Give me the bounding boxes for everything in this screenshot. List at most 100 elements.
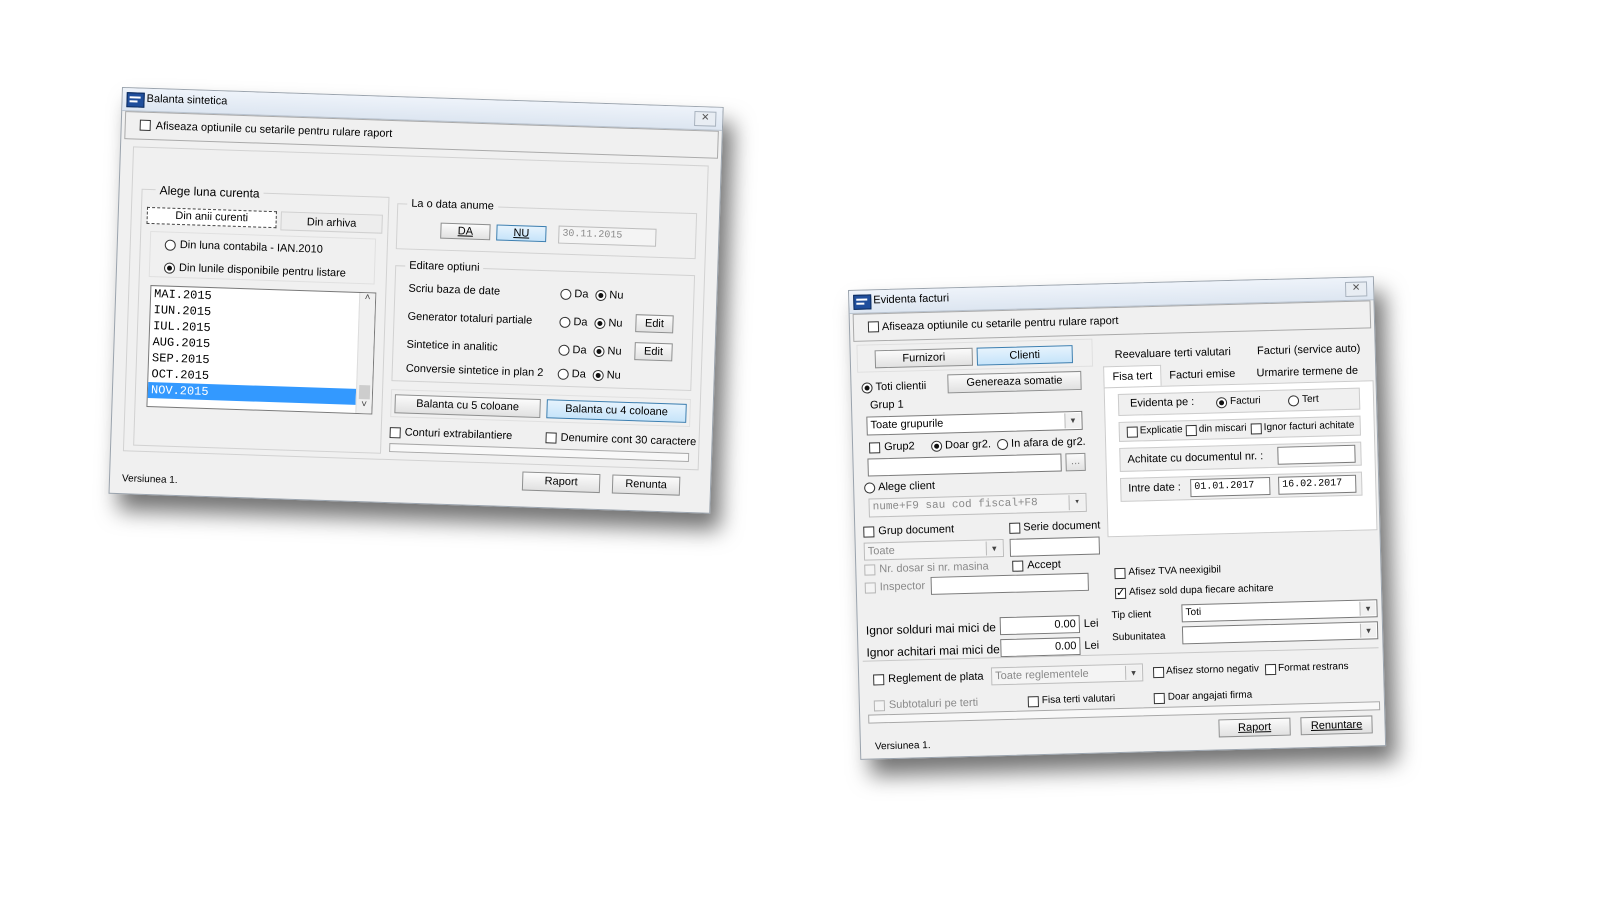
ignor-achitate-checkbox[interactable] xyxy=(1250,423,1262,435)
option-nu-label: Nu xyxy=(607,345,622,358)
tab-reevaluare[interactable]: Reevaluare terti valutari xyxy=(1103,343,1243,365)
reglement-select[interactable]: Toate reglementele ▾ xyxy=(990,663,1144,686)
chevron-down-icon[interactable]: ▾ xyxy=(1068,494,1085,511)
storno-label: Afisez storno negativ xyxy=(1165,663,1260,677)
option-nu-label: Nu xyxy=(608,317,623,330)
denumire-cont-checkbox[interactable] xyxy=(545,432,557,444)
grup2-input[interactable] xyxy=(867,453,1062,477)
tip-client-value: Toti xyxy=(1185,606,1202,619)
grup-document-checkbox[interactable] xyxy=(863,526,875,538)
in-afara-gr2-radio[interactable] xyxy=(996,438,1009,451)
grup-document-label: Grup document xyxy=(878,523,955,538)
client-input[interactable]: nume+F9 sau cod fiscal+F8 ▾ xyxy=(868,492,1087,518)
tva-neexigibil-checkbox[interactable] xyxy=(1114,567,1126,580)
chevron-down-icon[interactable]: ▾ xyxy=(1124,665,1142,680)
option-nu-label: Nu xyxy=(606,369,621,382)
accept-checkbox[interactable] xyxy=(1012,560,1024,572)
tab-facturi-emise[interactable]: Facturi emise xyxy=(1163,365,1241,385)
date-input[interactable]: 30.11.2015 xyxy=(558,225,657,247)
achitate-doc-input[interactable] xyxy=(1277,444,1356,465)
alege-client-label: Alege client xyxy=(878,479,936,494)
grup2-browse-button[interactable]: ... xyxy=(1065,452,1086,472)
sold-dupa-checkbox[interactable] xyxy=(1114,587,1127,600)
grup1-select[interactable]: Toate grupurile ▾ xyxy=(866,410,1083,436)
show-options-checkbox[interactable] xyxy=(139,119,151,131)
grup2-label: Grup2 xyxy=(883,440,915,454)
explicatie-label: Explicatie xyxy=(1139,424,1183,437)
reglement-label: Reglement de plata xyxy=(888,670,984,686)
serie-document-input[interactable] xyxy=(1009,536,1101,557)
scroll-up-icon[interactable]: ˄ xyxy=(360,293,375,304)
option-nu-label: Nu xyxy=(609,289,624,302)
close-icon[interactable]: ✕ xyxy=(694,110,717,127)
months-list[interactable]: MAI.2015 IUN.2015 IUL.2015 AUG.2015 SEP.… xyxy=(146,285,377,415)
intre-date-label: Intre date : xyxy=(1128,481,1182,495)
evidenta-pe-label: Evidenta pe : xyxy=(1129,395,1195,410)
edit-button[interactable]: Edit xyxy=(635,314,674,334)
tab-urmarire[interactable]: Urmarire termene de plata xyxy=(1243,361,1371,397)
close-icon[interactable]: ✕ xyxy=(1344,281,1368,297)
nr-dosar-checkbox[interactable] xyxy=(864,564,876,576)
doar-angajati-checkbox[interactable] xyxy=(1153,692,1165,705)
tab-facturi-service[interactable]: Facturi (service auto) xyxy=(1247,339,1371,360)
show-options-checkbox[interactable] xyxy=(867,321,880,333)
chevron-down-icon[interactable]: ▾ xyxy=(985,541,1002,556)
date-to-input[interactable]: 16.02.2017 xyxy=(1278,474,1357,495)
grup2-checkbox[interactable] xyxy=(868,442,881,454)
scroll-thumb[interactable] xyxy=(358,385,371,400)
storno-checkbox[interactable] xyxy=(1152,666,1165,679)
raport-button[interactable]: Raport xyxy=(521,471,601,494)
tip-client-select[interactable]: Toti ▾ xyxy=(1181,599,1378,623)
list-scrollbar[interactable]: ˄ ˅ xyxy=(355,292,376,414)
accept-label: Accept xyxy=(1027,558,1062,572)
reglement-checkbox[interactable] xyxy=(873,674,885,686)
renunta-button[interactable]: Renunta xyxy=(611,474,681,496)
clienti-button[interactable]: Clienti xyxy=(976,345,1073,366)
subtotaluri-checkbox[interactable] xyxy=(873,700,886,712)
chevron-down-icon[interactable]: ▾ xyxy=(1064,412,1081,429)
subunitatea-select[interactable]: ▾ xyxy=(1181,621,1379,645)
format-restrans-checkbox[interactable] xyxy=(1264,663,1277,676)
facturi-title: Evidenta facturi xyxy=(873,292,950,307)
chevron-down-icon[interactable]: ▾ xyxy=(1359,623,1377,638)
fisa-valutari-checkbox[interactable] xyxy=(1027,696,1039,708)
reglement-value: Toate reglementele xyxy=(995,667,1089,683)
serie-document-label: Serie document xyxy=(1023,519,1101,534)
app-icon xyxy=(126,92,145,108)
subtotaluri-label: Subtotaluri pe terti xyxy=(888,696,979,712)
version-label: Versiunea 1. xyxy=(874,739,931,753)
doar-angajati-label: Doar angajati firma xyxy=(1167,689,1253,703)
nu-button[interactable]: NU xyxy=(496,224,547,243)
grup-document-select[interactable]: Toate ▾ xyxy=(863,539,1005,561)
furnizori-button[interactable]: Furnizori xyxy=(874,347,974,369)
tab-fisa-tert[interactable]: Fisa tert xyxy=(1103,364,1162,389)
inspector-label: Inspector xyxy=(879,580,926,594)
grup1-label: Grup 1 xyxy=(869,398,904,412)
grup-document-value: Toate xyxy=(867,544,895,558)
explicatie-checkbox[interactable] xyxy=(1126,426,1138,438)
in-afara-gr2-label: In afara de gr2. xyxy=(1010,435,1086,450)
da-button[interactable]: DA xyxy=(440,222,491,241)
tab-din-arhiva[interactable]: Din arhiva xyxy=(280,211,383,234)
din-miscari-checkbox[interactable] xyxy=(1185,424,1197,437)
format-restrans-label: Format restrans xyxy=(1277,661,1349,674)
client-placeholder: nume+F9 sau cod fiscal+F8 xyxy=(872,497,1038,514)
serie-document-checkbox[interactable] xyxy=(1009,522,1021,534)
raport-button[interactable]: Raport xyxy=(1218,717,1291,738)
genereaza-somatie-button[interactable]: Genereaza somatie xyxy=(947,370,1082,394)
ignor-achitari-input[interactable]: 0.00 xyxy=(1000,637,1081,658)
scroll-down-icon[interactable]: ˅ xyxy=(356,400,371,411)
renuntare-button[interactable]: Renuntare xyxy=(1300,715,1373,736)
chevron-down-icon[interactable]: ▾ xyxy=(1359,601,1376,616)
fisa-valutari-label: Fisa terti valutari xyxy=(1041,693,1116,707)
doar-gr2-radio[interactable] xyxy=(930,440,943,452)
edit-button[interactable]: Edit xyxy=(634,342,673,362)
date-from-input[interactable]: 01.01.2017 xyxy=(1190,477,1271,498)
alege-client-radio[interactable] xyxy=(864,482,876,494)
ignor-solduri-input[interactable]: 0.00 xyxy=(999,615,1081,636)
conturi-extrabilantiere-checkbox[interactable] xyxy=(389,427,401,439)
version-label: Versiunea 1. xyxy=(121,473,178,487)
inspector-checkbox[interactable] xyxy=(864,582,876,594)
toti-clientii-radio[interactable] xyxy=(861,382,873,394)
inspector-input[interactable] xyxy=(930,572,1089,595)
